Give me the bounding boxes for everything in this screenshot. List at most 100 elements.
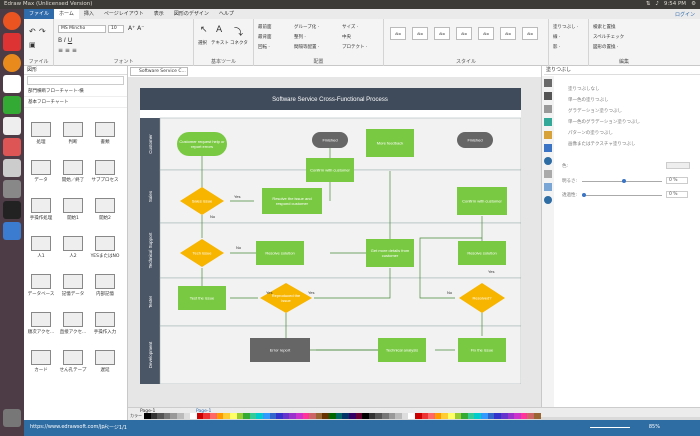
flowchart-svg[interactable]: Software Service Cross-Functional Proces… [140, 88, 522, 385]
zoom-slider[interactable] [590, 427, 630, 428]
library-shape[interactable]: 人1 [26, 232, 56, 266]
app-icon[interactable] [3, 33, 21, 51]
shadow-button[interactable]: 影 · [553, 44, 560, 50]
color-swatch[interactable] [381, 413, 389, 419]
color-swatch[interactable] [183, 413, 191, 419]
style-preset[interactable]: Ato [522, 27, 538, 40]
distribute-button[interactable]: 間隔等配置 · [294, 44, 319, 50]
color-swatch[interactable] [494, 413, 501, 419]
select-tool-label[interactable]: 選択 [198, 40, 207, 46]
color-swatch[interactable] [441, 413, 449, 419]
library-shape[interactable]: YESまたはNO [90, 232, 120, 266]
library-shape[interactable]: 内部記憶 [90, 270, 120, 304]
library-shape[interactable]: 遅延 [90, 346, 120, 380]
color-swatch[interactable] [487, 413, 495, 419]
fill-option-texture[interactable]: 画像またはテクスチャ塗りつぶし [568, 141, 635, 147]
select-icon[interactable]: ↖ [200, 25, 208, 35]
shadow-icon[interactable] [544, 105, 552, 113]
library-shape[interactable]: 直接アクセ... [58, 308, 88, 342]
color-swatch[interactable] [454, 413, 462, 419]
font-size-select[interactable]: 10 [108, 25, 124, 33]
category-basic-flowchart[interactable]: 基本フローチャート [24, 97, 127, 108]
line-button[interactable]: 線 · [553, 34, 560, 40]
tab-home[interactable]: ホーム [54, 9, 79, 19]
fill-option-gradient[interactable]: グラデーション塗りつぶし [568, 108, 622, 114]
document-tab[interactable]: Software Service C... [130, 67, 188, 76]
color-swatch[interactable] [249, 413, 257, 419]
terminal-icon[interactable] [3, 201, 21, 219]
color-swatch[interactable] [296, 413, 303, 419]
color-swatch[interactable] [342, 413, 349, 419]
library-shape[interactable]: 記憶データ [58, 270, 88, 304]
library-shape[interactable]: 書類 [90, 118, 120, 152]
tab-file[interactable]: ファイル [24, 9, 55, 19]
color-swatch[interactable] [322, 413, 330, 419]
library-shape[interactable]: 手操作処理 [26, 194, 56, 228]
fill-option-solid[interactable]: 単一色の塗りつぶし [568, 97, 609, 103]
center-button[interactable]: 中央 [342, 34, 351, 40]
color-swatch[interactable] [216, 413, 224, 419]
group-button[interactable]: グループ化 · [294, 24, 319, 30]
library-shape[interactable]: 処理 [26, 118, 56, 152]
color-swatch[interactable] [203, 413, 211, 419]
color-swatch[interactable] [388, 413, 396, 419]
color-swatch[interactable] [467, 413, 475, 419]
color-swatch[interactable] [395, 413, 402, 419]
trash-icon[interactable] [3, 409, 21, 427]
image-icon[interactable] [544, 118, 552, 126]
settings-app-icon[interactable] [3, 180, 21, 198]
clock[interactable]: 9:54 PM [664, 0, 686, 9]
palette-swatches[interactable] [144, 413, 541, 420]
color-swatch[interactable] [144, 413, 151, 419]
fill-icon[interactable] [544, 79, 552, 87]
text-icon[interactable]: A [216, 25, 222, 35]
transparency-slider[interactable] [582, 195, 662, 196]
library-search-input[interactable] [27, 76, 124, 85]
undo-icon[interactable]: ↶ [29, 27, 36, 36]
color-swatch[interactable] [190, 413, 197, 419]
send-back-button[interactable]: 最背面 [258, 34, 272, 40]
color-swatch[interactable] [243, 413, 250, 419]
transparency-slider-thumb[interactable] [582, 193, 586, 197]
find-replace-button[interactable]: 検索と置換 [593, 24, 616, 30]
fill-button[interactable]: 塗りつぶし · [553, 24, 578, 30]
color-swatch[interactable] [348, 413, 356, 419]
color-swatch[interactable] [474, 413, 482, 419]
color-swatch[interactable] [315, 413, 323, 419]
color-swatch[interactable] [289, 413, 297, 419]
layer-icon[interactable] [544, 131, 552, 139]
spreadsheet-icon[interactable] [3, 96, 21, 114]
hyperlink-icon[interactable] [544, 157, 552, 165]
network-icon[interactable]: ⇅ [646, 0, 651, 9]
color-swatch[interactable] [282, 413, 290, 419]
website-link[interactable]: https://www.edrawsoft.com/jp/ [30, 424, 106, 430]
color-swatch[interactable] [309, 413, 316, 419]
edraw-icon[interactable] [3, 222, 21, 240]
replace-shape-button[interactable]: 図形の置換 · [593, 44, 618, 50]
brightness-input[interactable]: 0 % [666, 177, 688, 184]
color-swatch[interactable] [434, 413, 442, 419]
color-swatch[interactable] [223, 413, 230, 419]
document-icon[interactable] [3, 75, 21, 93]
color-swatch[interactable] [262, 413, 270, 419]
library-shape[interactable]: せん孔テープ [58, 346, 88, 380]
color-picker[interactable] [666, 162, 690, 169]
presentation-icon[interactable] [3, 117, 21, 135]
page-icon[interactable] [544, 144, 552, 152]
connector-tool-label[interactable]: コネクタ [230, 40, 248, 46]
attachment-icon[interactable] [544, 170, 552, 178]
library-shape[interactable]: 開始2 [90, 194, 120, 228]
rotate-button[interactable]: 回転 · [258, 44, 270, 50]
font-name-select[interactable]: MS Mincho [58, 25, 106, 33]
bold-icon[interactable]: B I U [58, 37, 72, 44]
color-swatch[interactable] [335, 413, 343, 419]
library-shape[interactable]: データベース [26, 270, 56, 304]
connector-icon[interactable]: ⤵ [234, 25, 243, 38]
bring-front-button[interactable]: 最前面 [258, 24, 272, 30]
volume-icon[interactable]: ♪ [655, 0, 659, 9]
library-shape[interactable]: 人2 [58, 232, 88, 266]
size-button[interactable]: サイズ · [342, 24, 358, 30]
color-swatch[interactable] [196, 413, 204, 419]
color-swatch[interactable] [157, 413, 164, 419]
library-shape[interactable]: 判断 [58, 118, 88, 152]
